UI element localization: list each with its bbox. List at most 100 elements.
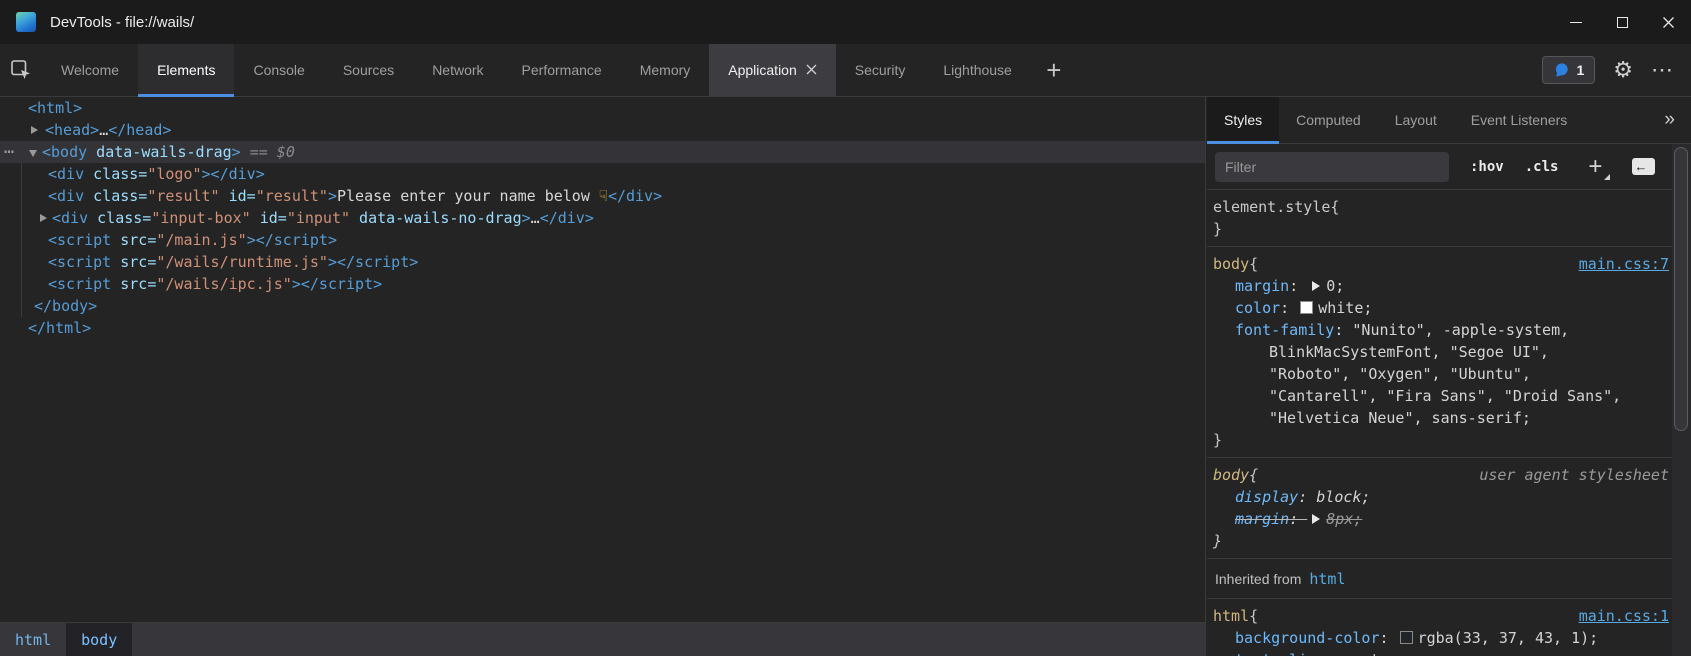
styles-tab-layout[interactable]: Layout (1378, 97, 1454, 143)
attribute-name: src= (111, 231, 156, 249)
dom-tree-row[interactable]: </html> (0, 317, 1205, 339)
issues-counter-button[interactable]: 1 (1542, 56, 1595, 84)
stylesheet-source-link[interactable]: main.css:1 (1579, 605, 1669, 627)
tag: </body> (34, 297, 97, 315)
collapse-arrow-icon[interactable] (31, 126, 38, 134)
sidebar-pane-toggle-button[interactable]: ← (1632, 158, 1655, 175)
tab-label: Sources (343, 62, 394, 78)
attribute-value: "result" (256, 187, 328, 205)
more-options-icon[interactable]: ⋯ (1651, 59, 1673, 81)
rule-selector: html (1213, 605, 1249, 627)
attribute-name: id= (220, 187, 256, 205)
styles-tab-computed[interactable]: Computed (1279, 97, 1378, 143)
stylesheet-origin-label: user agent stylesheet (1479, 464, 1669, 486)
tab-close-icon[interactable] (806, 62, 817, 78)
css-property[interactable]: margin: 8px; (1207, 508, 1691, 530)
color-swatch[interactable] (1300, 301, 1313, 314)
tab-sources[interactable]: Sources (324, 44, 413, 96)
tab-label: Network (432, 62, 483, 78)
styles-filter-input[interactable] (1215, 152, 1449, 182)
tab-performance[interactable]: Performance (503, 44, 621, 96)
dom-tree-row[interactable]: <script src="/wails/runtime.js"></script… (0, 251, 1205, 273)
styles-tabs-overflow-icon[interactable]: » (1664, 97, 1691, 143)
property-colon: : (1325, 651, 1343, 656)
open-brace: { (1330, 196, 1339, 218)
tab-application[interactable]: Application (709, 44, 836, 96)
property-colon: : (1298, 488, 1316, 506)
expand-arrow-icon[interactable] (29, 150, 37, 157)
stylesheet-source-link[interactable]: main.css:7 (1579, 253, 1669, 275)
close-icon (1662, 16, 1675, 29)
node-overflow-dots[interactable]: ⋯ (4, 141, 14, 163)
pseudo-state-toggle[interactable]: :hov (1470, 159, 1504, 175)
css-property[interactable]: margin: 0; (1207, 275, 1691, 297)
attribute-value: "input-box" (151, 209, 250, 227)
tag: ></script> (328, 253, 418, 271)
tab-security[interactable]: Security (836, 44, 925, 96)
breadcrumb-body[interactable]: body (66, 623, 132, 656)
property-value-wrap: "Cantarell", "Fira Sans", "Droid Sans", (1207, 385, 1691, 407)
tag: <html> (28, 99, 82, 117)
dom-tree-row[interactable]: <div class="input-box" id="input" data-w… (0, 207, 1205, 229)
tab-welcome[interactable]: Welcome (42, 44, 138, 96)
close-button[interactable] (1645, 0, 1691, 44)
minimize-button[interactable] (1553, 0, 1599, 44)
property-value: center; (1343, 651, 1406, 656)
attribute-value: "/wails/ipc.js" (156, 275, 291, 293)
tab-lighthouse[interactable]: Lighthouse (924, 44, 1031, 96)
tag: > (232, 143, 241, 161)
tag: <div (48, 165, 84, 183)
styles-tab-event-listeners[interactable]: Event Listeners (1454, 97, 1585, 143)
rule-selector-line[interactable]: body {main.css:7 (1207, 253, 1691, 275)
inherited-from-link[interactable]: html (1309, 570, 1345, 588)
dom-tree-row[interactable]: <div class="logo"></div> (0, 163, 1205, 185)
attribute-name: class= (84, 187, 147, 205)
dom-tree-row[interactable]: <head>…</head> (0, 119, 1205, 141)
tab-network[interactable]: Network (413, 44, 502, 96)
collapse-arrow-icon[interactable] (40, 214, 47, 222)
rule-selector-line[interactable]: element.style { (1207, 196, 1691, 218)
dom-tree-row[interactable]: <html> (0, 97, 1205, 119)
css-property[interactable]: font-family: "Nunito", -apple-system, (1207, 319, 1691, 341)
css-property[interactable]: display: block; (1207, 486, 1691, 508)
tab-elements[interactable]: Elements (138, 44, 234, 96)
css-property[interactable]: text-align: center; (1207, 649, 1691, 656)
css-property[interactable]: color: white; (1207, 297, 1691, 319)
shorthand-expand-icon[interactable] (1312, 514, 1320, 524)
color-swatch[interactable] (1400, 631, 1413, 644)
rule-selector-line[interactable]: html {main.css:1 (1207, 605, 1691, 627)
text-content: … (531, 209, 540, 227)
dom-tree-row[interactable]: <div class="result" id="result">Please e… (0, 185, 1205, 207)
open-brace: { (1249, 464, 1258, 486)
rule-selector: body (1213, 253, 1249, 275)
dom-tree-row[interactable]: <script src="/wails/ipc.js"></script> (0, 273, 1205, 295)
settings-gear-icon[interactable]: ⚙ (1613, 59, 1633, 81)
inherited-from-label: Inherited from (1215, 571, 1301, 587)
dom-tree-row[interactable]: </body> (0, 295, 1205, 317)
tab-label: Application (728, 62, 797, 78)
inspect-element-button[interactable] (0, 44, 42, 96)
dom-tree-row[interactable]: <script src="/main.js"></script> (0, 229, 1205, 251)
property-value-wrap: BlinkMacSystemFont, "Segoe UI", (1207, 341, 1691, 363)
css-property[interactable]: background-color: rgba(33, 37, 43, 1); (1207, 627, 1691, 649)
maximize-button[interactable] (1599, 0, 1645, 44)
shorthand-expand-icon[interactable] (1312, 281, 1320, 291)
tag: </div> (608, 187, 662, 205)
styles-tab-styles[interactable]: Styles (1207, 97, 1279, 143)
attribute-value: "input" (287, 209, 350, 227)
breadcrumb-html[interactable]: html (0, 623, 66, 656)
element-class-toggle[interactable]: .cls (1525, 159, 1559, 175)
property-name: font-family (1235, 321, 1334, 339)
more-tabs-button[interactable]: + (1031, 44, 1077, 96)
rule-selector-line[interactable]: body {user agent stylesheet (1207, 464, 1691, 486)
new-style-rule-button[interactable]: + (1584, 153, 1606, 181)
tab-memory[interactable]: Memory (621, 44, 710, 96)
styles-scrollbar[interactable] (1672, 144, 1691, 656)
tag: <div (52, 209, 88, 227)
tab-console[interactable]: Console (234, 44, 323, 96)
dom-tree-row[interactable]: ⋯<body data-wails-drag> == $0 (0, 141, 1205, 163)
styles-scrollbar-thumb[interactable] (1674, 147, 1688, 431)
selected-node-hint: == $0 (241, 143, 295, 161)
tag: > (328, 187, 337, 205)
property-value: "Nunito", -apple-system, (1352, 321, 1569, 339)
